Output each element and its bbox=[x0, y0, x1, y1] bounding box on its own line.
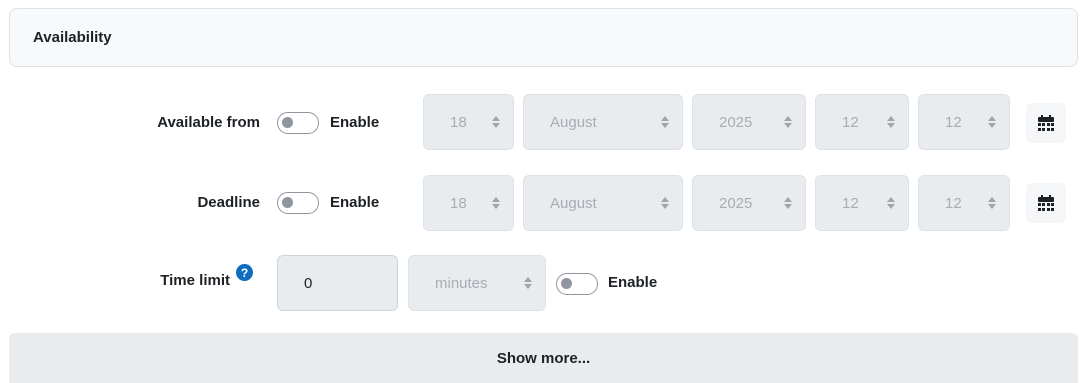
available-from-enable-label: Enable bbox=[330, 114, 380, 131]
deadline-minute-select[interactable]: 12 bbox=[918, 175, 1010, 231]
select-arrows-icon bbox=[988, 197, 996, 209]
select-arrows-icon bbox=[784, 116, 792, 128]
deadline-enable-toggle[interactable] bbox=[277, 192, 319, 214]
section-title: Availability bbox=[33, 29, 112, 46]
availability-section-header[interactable]: Availability bbox=[9, 8, 1078, 67]
deadline-label: Deadline bbox=[197, 194, 260, 211]
deadline-enable-label: Enable bbox=[330, 194, 380, 211]
time-limit-label: Time limit bbox=[160, 272, 230, 289]
select-arrows-icon bbox=[887, 197, 895, 209]
available-from-enable-toggle[interactable] bbox=[277, 112, 319, 134]
available-from-calendar-button[interactable] bbox=[1026, 103, 1066, 143]
time-limit-input[interactable]: 0 bbox=[277, 255, 398, 311]
select-arrows-icon bbox=[887, 116, 895, 128]
question-circle-icon[interactable]: ? bbox=[236, 264, 253, 281]
deadline-month-select[interactable]: August bbox=[523, 175, 683, 231]
toggle-knob bbox=[561, 278, 572, 289]
available-from-minute-select[interactable]: 12 bbox=[918, 94, 1010, 150]
show-more-button[interactable]: Show more... bbox=[9, 333, 1078, 383]
calendar-icon bbox=[1038, 115, 1054, 131]
select-arrows-icon bbox=[492, 197, 500, 209]
time-limit-unit-select[interactable]: minutes bbox=[408, 255, 546, 311]
deadline-hour-select[interactable]: 12 bbox=[815, 175, 909, 231]
deadline-calendar-button[interactable] bbox=[1026, 183, 1066, 223]
toggle-knob bbox=[282, 117, 293, 128]
time-limit-enable-label: Enable bbox=[608, 274, 658, 291]
select-arrows-icon bbox=[988, 116, 996, 128]
deadline-year-select[interactable]: 2025 bbox=[692, 175, 806, 231]
available-from-hour-select[interactable]: 12 bbox=[815, 94, 909, 150]
select-arrows-icon bbox=[661, 116, 669, 128]
select-arrows-icon bbox=[661, 197, 669, 209]
calendar-icon bbox=[1038, 195, 1054, 211]
toggle-knob bbox=[282, 197, 293, 208]
deadline-day-select[interactable]: 18 bbox=[423, 175, 514, 231]
select-arrows-icon bbox=[784, 197, 792, 209]
available-from-label: Available from bbox=[157, 114, 260, 131]
select-arrows-icon bbox=[524, 277, 532, 289]
available-from-year-select[interactable]: 2025 bbox=[692, 94, 806, 150]
select-arrows-icon bbox=[492, 116, 500, 128]
available-from-day-select[interactable]: 18 bbox=[423, 94, 514, 150]
time-limit-enable-toggle[interactable] bbox=[556, 273, 598, 295]
available-from-month-select[interactable]: August bbox=[523, 94, 683, 150]
